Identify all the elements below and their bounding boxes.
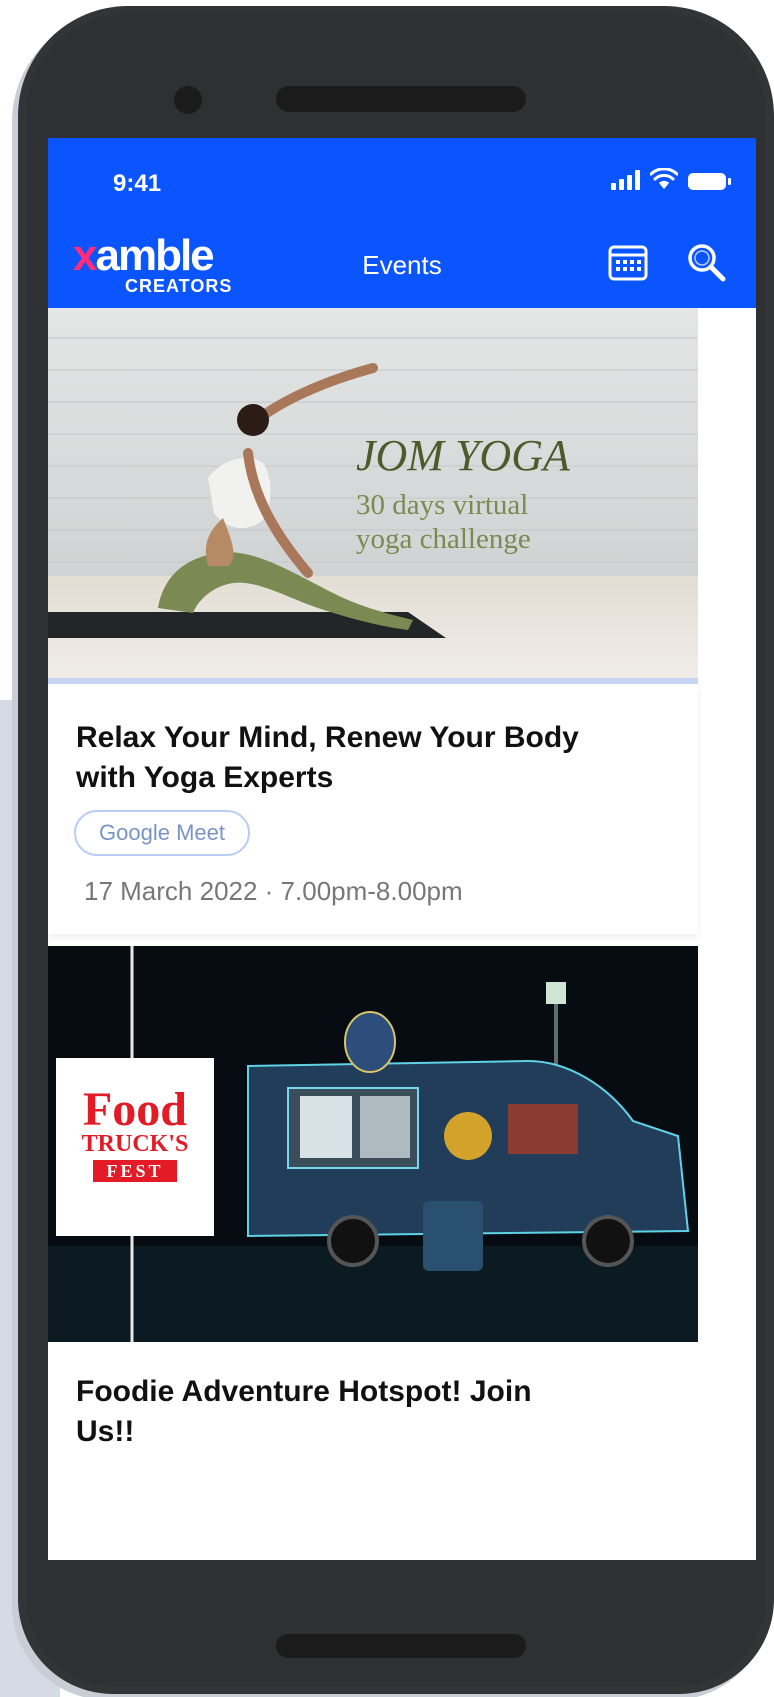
event-card-foodtruck[interactable]: Foodie Adventure Hotspot! Join Us!! [48,1342,698,1560]
battery-icon [688,173,731,190]
calendar-icon[interactable] [608,242,648,282]
search-icon[interactable] [686,242,726,282]
phone-screen: 9:41 xamble CREATORS Events JOM YOGA 30 … [48,138,756,1560]
event-banner-yoga[interactable]: JOM YOGA 30 days virtual yoga challenge [48,308,698,684]
food-trucks-fest-logo: Food TRUCK'S FEST [56,1058,214,1236]
event-banner-foodtruck[interactable]: Food TRUCK'S FEST [48,946,698,1342]
app-bar: xamble CREATORS Events [48,228,756,308]
yoga-banner-image: JOM YOGA 30 days virtual yoga challenge [48,308,698,684]
stage: 9:41 xamble CREATORS Events JOM YOGA 30 … [0,0,774,1697]
front-camera [174,86,202,114]
platform-chip[interactable]: Google Meet [74,810,250,856]
status-bar: 9:41 [48,138,756,228]
event-title[interactable]: Foodie Adventure Hotspot! Join Us!! [76,1372,596,1452]
earpiece-speaker [276,86,526,112]
event-datetime: 17 March 2022 · 7.00pm-8.00pm [84,876,463,906]
page-title: Events [362,250,442,280]
status-time: 9:41 [113,170,162,197]
status-icons [611,168,731,190]
wifi-icon [650,168,678,189]
event-card-yoga[interactable]: Relax Your Mind, Renew Your Body with Yo… [48,684,698,934]
svg-text:30 days virtual: 30 days virtual [356,489,528,521]
svg-text:JOM YOGA: JOM YOGA [356,431,571,480]
home-indicator [276,1634,526,1658]
event-title[interactable]: Relax Your Mind, Renew Your Body with Yo… [76,718,636,798]
cellular-signal-icon [611,168,640,190]
svg-text:yoga challenge: yoga challenge [356,523,531,555]
